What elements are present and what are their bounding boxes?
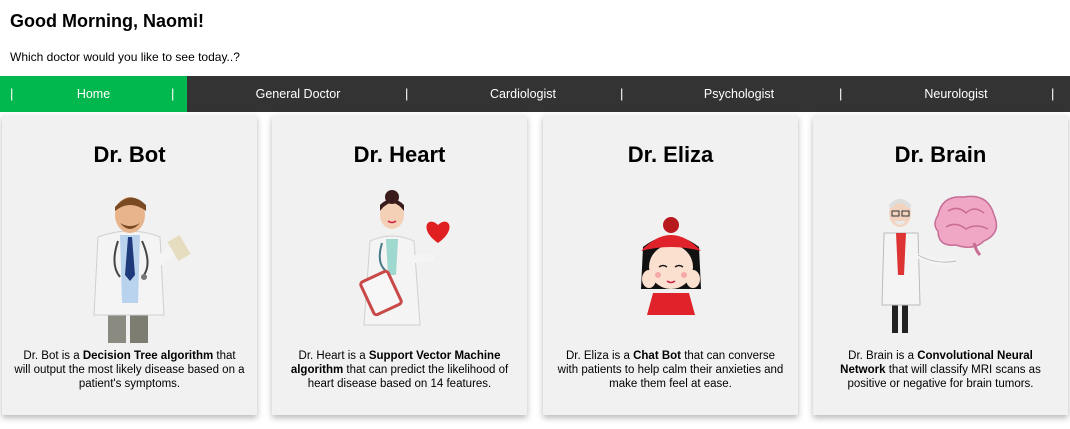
doctor-description: Dr. Heart is a Support Vector Machine al… bbox=[290, 350, 509, 390]
nav-separator: | bbox=[839, 86, 843, 101]
doctor-card-heart[interactable]: Dr. Heart Dr. Heart is a Support Vector … bbox=[272, 115, 527, 415]
doctor-card-brain[interactable]: Dr. Brain Dr. Brain is a Convolutional N… bbox=[813, 115, 1068, 415]
doctor-cards: Dr. Bot Dr. Bot is a Decision Tree algor… bbox=[0, 112, 1070, 429]
girl-red-hat-illustration-icon bbox=[543, 185, 798, 345]
nav-bar: Home | | General Doctor | Cardiologist |… bbox=[0, 76, 1070, 112]
doctor-name: Dr. Bot bbox=[93, 142, 166, 167]
nav-separator: | bbox=[1051, 86, 1055, 101]
nav-item-neurologist[interactable]: Neurologist bbox=[845, 76, 1067, 112]
doctor-name: Dr. Heart bbox=[353, 142, 446, 167]
nav-item-general-doctor[interactable]: General Doctor bbox=[187, 76, 409, 112]
female-doctor-heart-illustration-icon bbox=[272, 185, 527, 345]
nav-separator: | bbox=[171, 86, 175, 101]
old-doctor-brain-illustration-icon bbox=[813, 185, 1068, 345]
nav-separator: | bbox=[10, 86, 14, 101]
doctor-description: Dr. Brain is a Convolutional Neural Netw… bbox=[840, 350, 1041, 390]
doctor-card-eliza[interactable]: Dr. Eliza Dr. Eliza is a Chat Bot that c… bbox=[543, 115, 798, 415]
doctor-description: Dr. Bot is a Decision Tree algorithm tha… bbox=[14, 350, 245, 390]
nav-item-cardiologist[interactable]: Cardiologist bbox=[412, 76, 634, 112]
subtitle-text: Which doctor would you like to see today… bbox=[10, 50, 240, 64]
nav-item-psychologist[interactable]: Psychologist bbox=[628, 76, 850, 112]
doctor-card-bot[interactable]: Dr. Bot Dr. Bot is a Decision Tree algor… bbox=[2, 115, 257, 415]
nav-separator: | bbox=[405, 86, 409, 101]
doctor-description: Dr. Eliza is a Chat Bot that can convers… bbox=[557, 350, 784, 390]
doctor-name: Dr. Eliza bbox=[627, 142, 714, 167]
nav-item-home[interactable]: Home bbox=[0, 76, 187, 112]
male-doctor-illustration-icon bbox=[2, 185, 257, 345]
greeting-heading: Good Morning, Naomi! bbox=[10, 11, 204, 31]
doctor-name: Dr. Brain bbox=[894, 142, 987, 167]
nav-separator: | bbox=[620, 86, 624, 101]
